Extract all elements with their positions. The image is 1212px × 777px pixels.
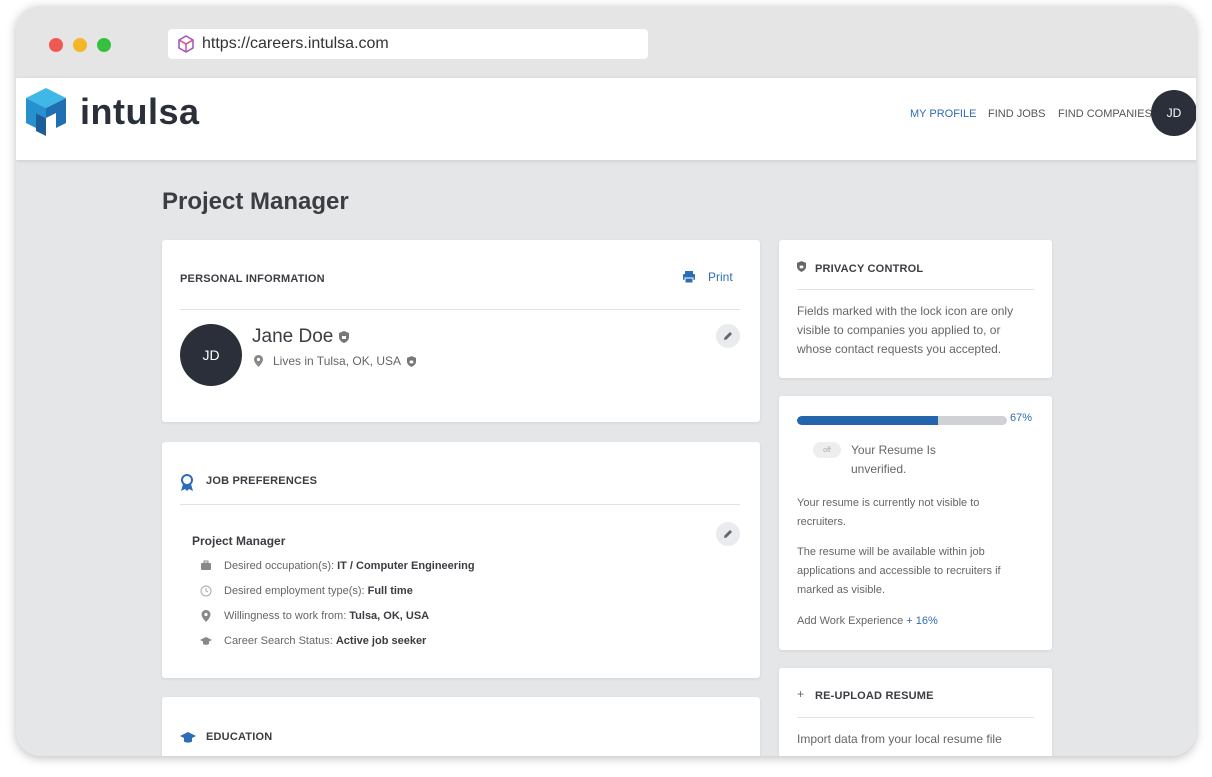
brand-name: intulsa [80, 91, 200, 132]
shield-lock-icon [407, 355, 417, 367]
job-pref-row: Desired employment type(s): Full time [200, 585, 413, 597]
resume-visibility-text: Your resume is currently not visible to … [797, 497, 980, 528]
job-pref-row: Desired occupation(s): IT / Computer Eng… [200, 560, 475, 572]
reupload-resume-text: Import data from your local resume file [797, 732, 1002, 746]
app-header: intulsa MY PROFILE FIND JOBS FIND COMPAN… [16, 78, 1196, 160]
profile-name: Jane Doe [252, 326, 350, 348]
close-window-button[interactable] [49, 38, 63, 52]
site-favicon-icon [178, 35, 194, 53]
job-pref-value: Active job seeker [335, 635, 427, 647]
user-avatar[interactable]: JD [1151, 90, 1196, 136]
job-preferences-title: JOB PREFERENCES [206, 475, 318, 487]
resume-status-line2: unverified. [851, 462, 907, 476]
print-button[interactable]: Print [682, 270, 733, 284]
add-work-experience-link[interactable]: Add Work Experience + 16% [797, 612, 938, 631]
profile-location-text: Lives in Tulsa, OK, USA [273, 354, 402, 368]
nav-find-companies[interactable]: FIND COMPANIES [1058, 108, 1152, 120]
profile-avatar: JD [180, 324, 242, 386]
profile-location: Lives in Tulsa, OK, USA [254, 354, 417, 368]
resume-status-text: Your Resume Is unverified. [851, 441, 936, 479]
edit-job-preferences-button[interactable] [716, 522, 740, 546]
privacy-control-title: PRIVACY CONTROL [815, 263, 924, 275]
printer-icon [683, 271, 695, 284]
divider [797, 717, 1034, 718]
personal-info-card: PERSONAL INFORMATION Print JD Jane Doe L… [162, 240, 760, 422]
privacy-text: Fields marked with the lock icon are onl… [797, 304, 1014, 356]
print-label: Print [708, 270, 733, 284]
job-pref-label: Desired occupation(s): [224, 560, 335, 572]
minimize-window-button[interactable] [73, 38, 87, 52]
browser-window: https://careers.intulsa.com intulsa MY P… [16, 6, 1196, 756]
job-pref-label: Career Search Status: [224, 635, 333, 647]
job-pref-row: Career Search Status: Active job seeker [200, 635, 426, 647]
job-pref-label: Willingness to work from: [224, 610, 347, 622]
page-title: Project Manager [162, 188, 349, 215]
location-pin-icon [254, 355, 263, 367]
add-work-experience-bonus: + 16% [906, 615, 938, 627]
job-pref-label: Desired employment type(s): [224, 585, 365, 597]
shield-icon [797, 261, 806, 272]
profile-name-text: Jane Doe [252, 326, 334, 347]
pencil-icon [724, 530, 732, 538]
address-bar[interactable]: https://careers.intulsa.com [168, 29, 648, 59]
resume-progress-label: 67% [1010, 412, 1033, 424]
resume-status-line1: Your Resume Is [851, 443, 936, 457]
divider [797, 289, 1034, 290]
job-pref-row: Willingness to work from: Tulsa, OK, USA [200, 610, 429, 622]
resume-availability-text: The resume will be available within job … [797, 546, 1001, 596]
shield-lock-icon [339, 331, 350, 343]
intulsa-logo[interactable]: intulsa [22, 88, 200, 136]
edit-personal-info-button[interactable] [716, 324, 740, 348]
award-icon [181, 474, 193, 491]
divider [180, 504, 740, 505]
privacy-control-card: PRIVACY CONTROL Fields marked with the l… [779, 240, 1052, 378]
maximize-window-button[interactable] [97, 38, 111, 52]
address-bar-url: https://careers.intulsa.com [202, 35, 389, 52]
resume-progress-fill [797, 416, 938, 425]
education-card: EDUCATION [162, 697, 760, 756]
graduation-cap-icon [200, 637, 212, 645]
add-work-experience-label: Add Work Experience [797, 615, 904, 627]
pencil-icon [724, 332, 732, 340]
location-pin-icon [201, 610, 211, 622]
clock-icon [200, 585, 212, 597]
browser-titlebar: https://careers.intulsa.com [16, 6, 1196, 78]
job-pref-value: Full time [367, 585, 413, 597]
job-preferences-role: Project Manager [192, 534, 286, 548]
intulsa-logo-icon [26, 88, 66, 136]
personal-info-title: PERSONAL INFORMATION [180, 273, 325, 285]
reupload-resume-title: RE-UPLOAD RESUME [815, 690, 934, 702]
reupload-resume-card[interactable]: + RE-UPLOAD RESUME Import data from your… [779, 668, 1052, 756]
job-preferences-card: JOB PREFERENCES Project Manager Desired … [162, 442, 760, 678]
divider [180, 309, 740, 310]
briefcase-icon [201, 560, 211, 570]
job-pref-value: IT / Computer Engineering [337, 560, 475, 572]
nav-my-profile[interactable]: MY PROFILE [910, 108, 976, 120]
resume-status-card: 67% off Your Resume Is unverified. Your … [779, 396, 1052, 650]
education-title: EDUCATION [206, 731, 273, 743]
resume-visibility-toggle[interactable]: off [813, 442, 841, 458]
graduation-cap-icon [180, 732, 196, 743]
job-pref-value: Tulsa, OK, USA [349, 610, 430, 622]
plus-icon: + [797, 687, 805, 701]
nav-find-jobs[interactable]: FIND JOBS [988, 108, 1045, 120]
resume-progress-bar [797, 416, 1007, 425]
